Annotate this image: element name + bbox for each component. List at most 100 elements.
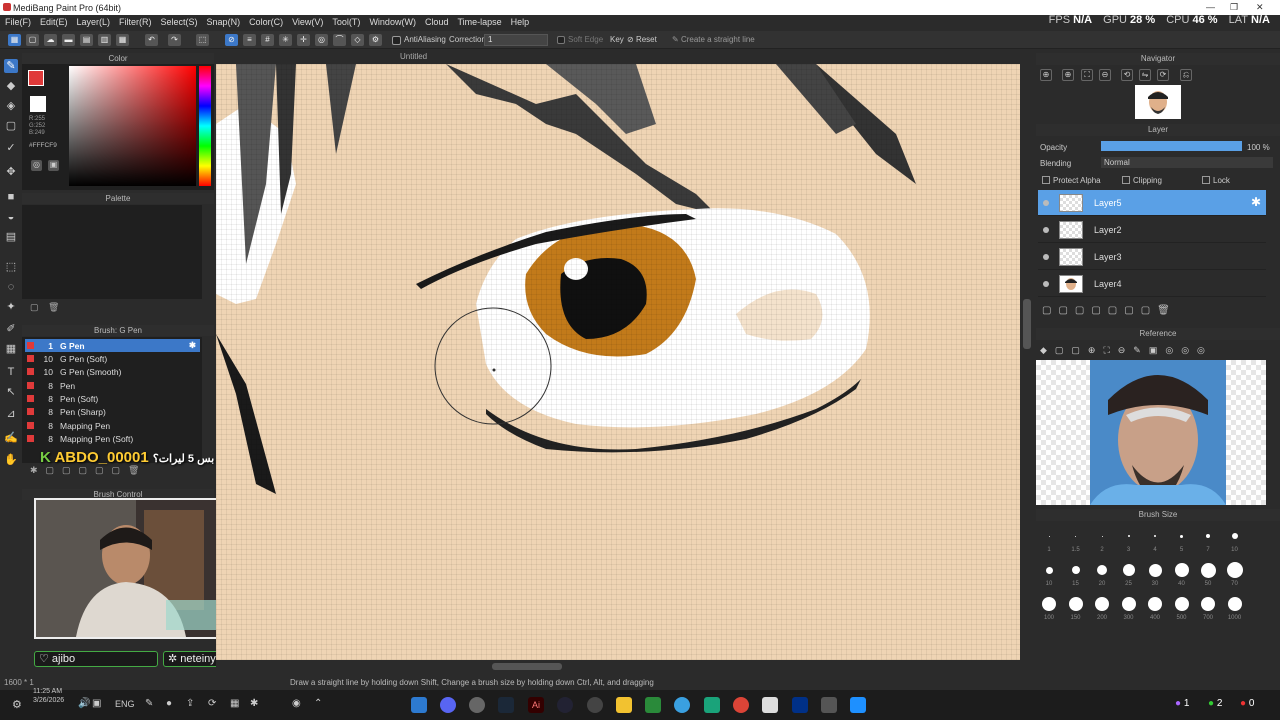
reference-image-area[interactable] [1036,360,1266,505]
notepad-icon[interactable] [762,697,778,713]
snap-cross-icon[interactable]: ✛ [297,34,310,46]
menu-edit[interactable]: Edit(E) [40,17,68,27]
mic-icon[interactable]: ● [166,698,172,709]
menu-filter[interactable]: Filter(R) [119,17,152,27]
sync-icon[interactable]: ⟳ [208,698,216,709]
file-explorer-icon[interactable] [616,697,632,713]
zoom-plus-icon[interactable]: ⊕ [1062,69,1074,81]
paypal-icon[interactable] [792,697,808,713]
brush-size-dot[interactable] [1201,597,1215,611]
whatsapp-icon[interactable] [704,697,720,713]
menu-tool[interactable]: Tool(T) [332,17,360,27]
text-tool-icon[interactable]: T [4,365,18,379]
deselect-icon[interactable]: ⬚ [196,34,209,46]
palette-add-icon[interactable]: ▢ [30,302,39,313]
color-saturation-square[interactable] [69,66,196,186]
snap-circle-icon[interactable]: ◎ [315,34,328,46]
brush-item[interactable]: 8 Pen (Sharp) [25,405,200,418]
snap-settings-icon[interactable]: ⚙ [369,34,382,46]
navigator-preview[interactable] [1135,85,1181,119]
snap-parallel-icon[interactable]: ≡ [243,34,256,46]
brush-size-dot[interactable] [1075,535,1076,537]
brush-size-dot[interactable] [1095,597,1109,611]
lasso-tool-icon[interactable]: ◌ [4,280,18,294]
close-icon[interactable]: ✕ [1256,2,1264,13]
soft-edge-checkbox[interactable] [557,36,565,44]
grid-icon[interactable]: ▦ [116,34,129,46]
menu-timelapse[interactable]: Time-lapse [457,17,501,27]
settings-icon[interactable]: ⚙ [12,698,22,711]
brush-size-dot[interactable] [1206,534,1210,538]
brush-size-dot[interactable] [1148,597,1162,611]
brush-size-dot[interactable] [1154,535,1156,537]
operation-tool-icon[interactable]: ↖ [4,385,18,399]
snap-off-icon[interactable]: ⊘ [225,34,238,46]
reset-view-icon[interactable]: ⎌ [1180,69,1192,81]
volume-icon[interactable]: 🔊 [78,698,90,709]
visibility-icon[interactable] [1043,200,1049,206]
brush-size-dot[interactable] [1048,535,1050,537]
rotate-right-icon[interactable]: ⟳ [1157,69,1169,81]
flip-icon[interactable]: ⇋ [1139,69,1151,81]
start-icon[interactable] [850,697,866,713]
github-desktop-icon[interactable] [587,697,603,713]
layer-row[interactable]: Layer5 ✱ [1038,190,1266,216]
eyedropper-icon[interactable]: ⊿ [4,407,18,421]
visibility-icon[interactable] [1043,281,1049,287]
layer-actions[interactable]: ▢▢▢▢▢▢▢🗑 [1042,305,1177,316]
snap-perspective-icon[interactable]: ◇ [351,34,364,46]
brush-size-dot[interactable] [1174,563,1189,577]
maximize-icon[interactable]: ❐ [1230,2,1238,13]
clock[interactable]: 11:25 AM 3/26/2026 [33,687,64,705]
menu-file[interactable]: File(F) [5,17,31,27]
vertical-scroll-thumb[interactable] [1023,299,1031,349]
menu-layer[interactable]: Layer(L) [77,17,111,27]
grid-app-icon[interactable]: ▦ [230,698,239,709]
brush-panel-actions[interactable]: ✱▢▢▢▢▢🗑 [30,465,147,476]
fit-icon[interactable]: ⛶ [1081,69,1093,81]
brush-size-dot[interactable] [1122,564,1135,576]
lock-checkbox[interactable] [1202,176,1210,184]
straight-line-button[interactable]: ✎ Create a straight line [672,35,755,44]
brush-size-dot[interactable] [1174,597,1189,611]
obs-icon[interactable] [469,697,485,713]
brush-size-dot[interactable] [1045,566,1053,574]
brush-item[interactable]: 8 Mapping Pen [25,419,200,432]
brush-size-dot[interactable] [1231,533,1238,539]
select-brush-icon[interactable]: ✐ [4,322,18,336]
notify-badge-2[interactable]: ● 2 [1208,698,1222,709]
color-picker-icon[interactable]: ◎ [31,160,42,171]
tray-expand-icon[interactable]: ⌃ [314,698,322,709]
pen-tool-icon[interactable]: ✎ [4,59,18,73]
brush-item[interactable]: 8 Mapping Pen (Soft) [25,432,200,445]
reference-toolbar[interactable]: ◆▢▢⊕⛶⊖✎▣◎◎◎ [1040,345,1213,356]
brush-size-dot[interactable] [1200,562,1216,578]
medibang-taskbar-icon[interactable] [411,697,427,713]
app-window-icon[interactable] [821,697,837,713]
brush-size-dot[interactable] [1101,535,1103,537]
layer-row[interactable]: Layer3 [1038,244,1266,270]
snap-grid-icon[interactable]: # [261,34,274,46]
zoom-in-icon[interactable]: ⊕ [1040,69,1052,81]
new-file-icon[interactable]: ▢ [26,34,39,46]
layer-row[interactable]: Layer4 [1038,271,1266,297]
vertical-scrollbar[interactable] [1020,64,1034,660]
menu-view[interactable]: View(V) [292,17,323,27]
language-indicator[interactable]: ENG [115,699,135,709]
move-tool-icon[interactable]: ✥ [4,165,18,179]
primary-color-swatch[interactable] [28,70,44,86]
eraser-tool-icon[interactable]: ◆ [4,79,18,93]
layer-row[interactable]: Layer2 [1038,217,1266,243]
menu-cloud[interactable]: Cloud [425,17,449,27]
protect-alpha-checkbox[interactable] [1042,176,1050,184]
hue-slider[interactable] [199,66,211,186]
secondary-color-swatch[interactable] [30,96,46,112]
chrome-icon[interactable] [733,697,749,713]
dot-tool-icon[interactable]: ◈ [4,99,18,113]
palette-delete-icon[interactable]: 🗑 [48,302,59,313]
brush-item[interactable]: 10 G Pen (Soft) [25,352,200,365]
minimize-icon[interactable]: — [1206,2,1215,12]
horizontal-scrollbar[interactable] [216,660,1020,672]
game-icon[interactable] [645,697,661,713]
display-icon[interactable]: ▣ [92,698,101,709]
